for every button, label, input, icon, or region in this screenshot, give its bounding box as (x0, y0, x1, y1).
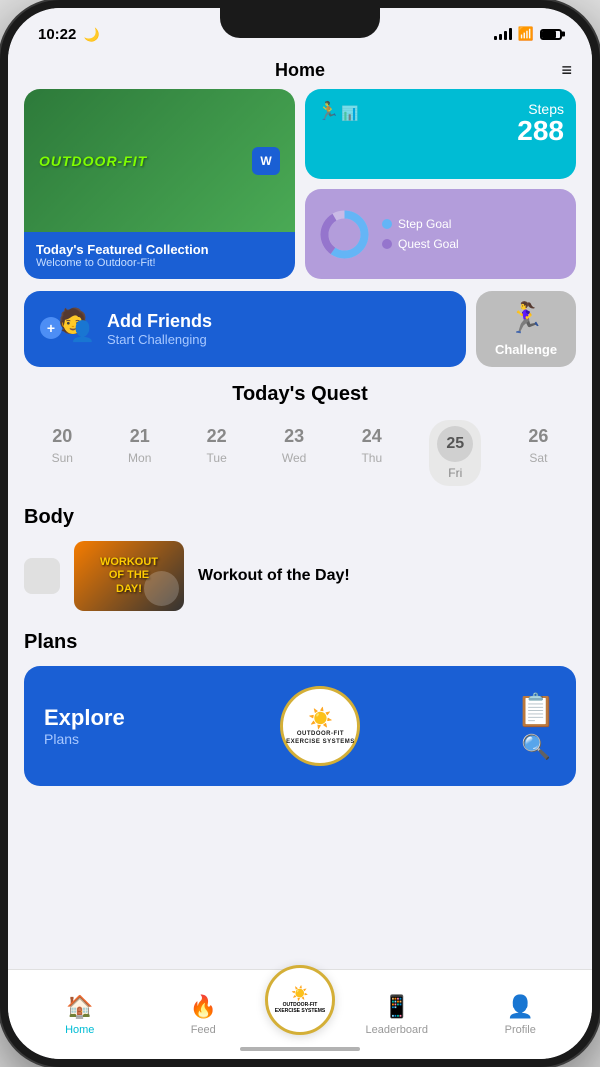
friends-icon-area: + 🧑 👤 (40, 307, 95, 352)
featured-title: Today's Featured Collection (36, 242, 283, 257)
scroll-content: OUTDOOR-FIT W Today's Featured Collectio… (8, 89, 592, 1059)
cal-day-mon[interactable]: 21 Mon (120, 420, 159, 486)
add-friends-subtitle: Start Challenging (107, 332, 212, 347)
nav-profile[interactable]: 👤 Profile (459, 994, 583, 1036)
wi-logo-icon: W (252, 147, 280, 175)
plans-subtitle: Plans (44, 731, 125, 747)
signal-icon (494, 28, 512, 40)
steps-info: Steps 288 (517, 101, 564, 145)
plans-section-label: Plans (24, 631, 576, 654)
bottom-nav: 🏠 Home 🔥 Feed ☀️ OUTDOOR-FITEXERCISE SYS… (8, 969, 592, 1059)
goals-card[interactable]: Step Goal Quest Goal (305, 189, 576, 279)
nav-feed-label: Feed (191, 1024, 216, 1036)
calendar-strip: 20 Sun 21 Mon 22 Tue 23 Wed 24 Thu (24, 420, 576, 486)
outdoor-fit-logo: ☀️ OUTDOOR-FITEXERCISE SYSTEMS (280, 686, 360, 766)
sun-icon: ☀️ (308, 706, 333, 731)
challenge-label: Challenge (495, 342, 557, 357)
phone-shell: 10:22 🌙 📶 Home ≡ (0, 0, 600, 1067)
quest-section-title: Today's Quest (24, 383, 576, 406)
cal-day-tue[interactable]: 22 Tue (199, 420, 235, 486)
app-header: Home ≡ (8, 52, 592, 89)
logo-text: OUTDOOR-FITEXERCISE SYSTEMS (286, 731, 355, 745)
featured-collection-card[interactable]: OUTDOOR-FIT W Today's Featured Collectio… (24, 89, 295, 279)
power-button (596, 188, 600, 258)
feed-icon: 🔥 (190, 994, 217, 1020)
nav-profile-label: Profile (505, 1024, 536, 1036)
steps-card[interactable]: 🏃 📊 Steps 288 (305, 89, 576, 179)
plans-explore-label: Explore (44, 705, 125, 731)
vol-up-button (0, 168, 4, 218)
top-cards-grid: OUTDOOR-FIT W Today's Featured Collectio… (24, 89, 576, 279)
profile-icon: 👤 (507, 994, 534, 1020)
steps-illustration: 🏃 📊 (317, 101, 359, 122)
quest-goal-dot (382, 239, 392, 249)
featured-logo-area: OUTDOOR-FIT W (24, 89, 295, 232)
leaderboard-icon: 📱 (383, 994, 410, 1020)
quest-goal-item: Quest Goal (382, 237, 459, 251)
plans-left: Explore Plans (44, 705, 125, 747)
challenge-icon: 🏃‍♀️ (507, 301, 544, 336)
challenge-card[interactable]: 🏃‍♀️ Challenge (476, 291, 576, 367)
magnifier-icon: 🔍 (521, 733, 551, 762)
nav-leaderboard[interactable]: 📱 Leaderboard (335, 994, 459, 1036)
center-logo-sun: ☀️ (291, 985, 308, 1002)
nav-home-label: Home (65, 1024, 94, 1036)
home-indicator (240, 1047, 360, 1051)
cal-day-thu[interactable]: 24 Thu (353, 420, 390, 486)
vol-down-button (0, 228, 4, 278)
nav-center-button[interactable]: ☀️ OUTDOOR-FITEXERCISE SYSTEMS (265, 965, 335, 1035)
step-goal-dot (382, 219, 392, 229)
status-time: 10:22 🌙 (38, 26, 100, 43)
featured-subtitle: Welcome to Outdoor-Fit! (36, 257, 283, 269)
plans-right-icons: 📋 🔍 (516, 691, 556, 762)
center-logo-text: OUTDOOR-FITEXERCISE SYSTEMS (275, 1002, 326, 1014)
add-friends-text: Add Friends Start Challenging (107, 311, 212, 347)
plans-card[interactable]: Explore Plans ☀️ OUTDOOR-FITEXERCISE SYS… (24, 666, 576, 786)
screen: 10:22 🌙 📶 Home ≡ (8, 8, 592, 1059)
nav-feed[interactable]: 🔥 Feed (142, 994, 266, 1036)
goals-donut-chart (317, 207, 372, 262)
workout-thumbnail-text: WORKOUTOF THEDAY! (100, 556, 158, 596)
menu-button[interactable]: ≡ (561, 60, 572, 81)
step-goal-label: Step Goal (398, 217, 451, 231)
person2-icon: 👤 (70, 319, 95, 344)
workout-checkbox[interactable] (24, 558, 60, 594)
quest-goal-label: Quest Goal (398, 237, 459, 251)
goals-legend: Step Goal Quest Goal (382, 217, 459, 251)
cal-day-sat[interactable]: 26 Sat (520, 420, 556, 486)
cal-day-sun[interactable]: 20 Sun (44, 420, 81, 486)
phone-notch (220, 8, 380, 38)
steps-chart-icon: 📊 (341, 105, 358, 122)
action-cards: + 🧑 👤 Add Friends Start Challenging 🏃‍♀️… (24, 291, 576, 367)
battery-icon (540, 29, 562, 40)
moon-icon: 🌙 (84, 27, 100, 42)
featured-footer: Today's Featured Collection Welcome to O… (24, 232, 295, 279)
wifi-icon: 📶 (518, 26, 534, 42)
add-friends-card[interactable]: + 🧑 👤 Add Friends Start Challenging (24, 291, 466, 367)
page-title: Home (275, 60, 325, 81)
nav-leaderboard-label: Leaderboard (366, 1024, 428, 1036)
body-section-label: Body (24, 506, 576, 529)
steps-figure-icon: 🏃 (317, 101, 339, 122)
outdoor-fit-brand: OUTDOOR-FIT (39, 153, 147, 169)
step-goal-item: Step Goal (382, 217, 459, 231)
home-icon: 🏠 (66, 994, 93, 1020)
workout-thumbnail: WORKOUTOF THEDAY! (74, 541, 184, 611)
calendar-clipboard-icon: 📋 (516, 691, 556, 729)
cal-day-fri[interactable]: 25 Fri (429, 420, 481, 486)
workout-card[interactable]: WORKOUTOF THEDAY! Workout of the Day! (24, 541, 576, 611)
nav-home[interactable]: 🏠 Home (18, 994, 142, 1036)
cal-day-wed[interactable]: 23 Wed (274, 420, 314, 486)
add-friends-title: Add Friends (107, 311, 212, 332)
workout-name: Workout of the Day! (198, 567, 350, 585)
steps-count: 288 (517, 117, 564, 145)
status-icons: 📶 (494, 26, 562, 42)
